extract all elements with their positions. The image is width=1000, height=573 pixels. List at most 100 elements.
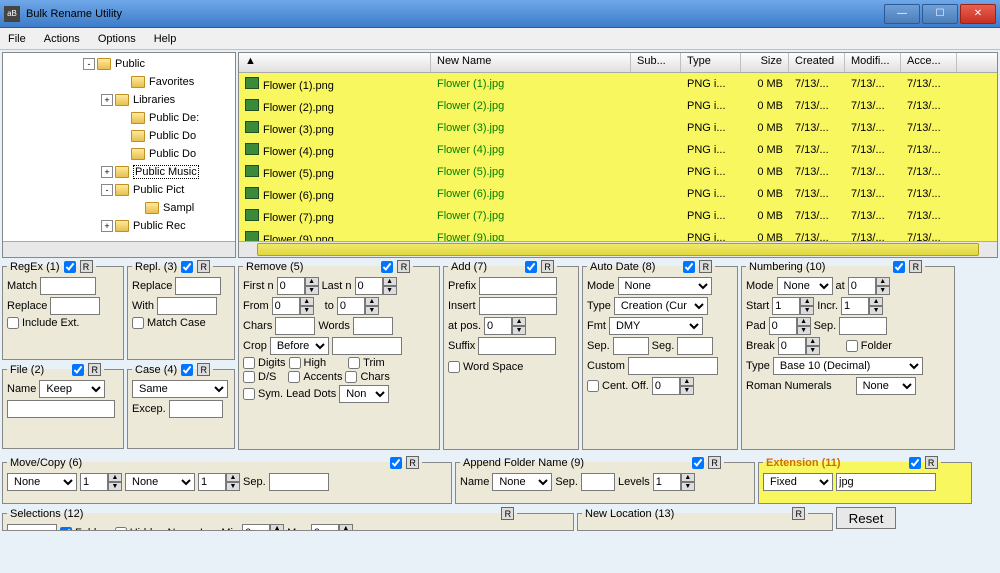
file-name-select[interactable]: Keep [39,380,105,398]
appendfolder-enable-checkbox[interactable] [692,457,704,469]
movecopy-reset-button[interactable]: R [406,456,419,469]
appendfolder-levels-input[interactable] [653,473,681,491]
tree-item[interactable]: Sampl [3,199,235,217]
remove-crop-input[interactable] [332,337,402,355]
case-excep-input[interactable] [169,400,223,418]
extension-value-input[interactable] [836,473,936,491]
autodate-cent-checkbox[interactable] [587,380,599,392]
extension-mode-select[interactable]: Fixed [763,473,833,491]
file-row[interactable]: Flower (5).pngFlower (5).jpgPNG i...0 MB… [239,161,997,183]
autodate-type-select[interactable]: Creation (Cur [614,297,708,315]
file-list-header[interactable]: ▲ New Name Sub... Type Size Created Modi… [239,53,997,73]
file-row[interactable]: Flower (7).pngFlower (7).jpgPNG i...0 MB… [239,205,997,227]
movecopy-sep-input[interactable] [269,473,329,491]
extension-enable-checkbox[interactable] [909,457,921,469]
col-newname[interactable]: New Name [431,53,631,72]
autodate-mode-select[interactable]: None [618,277,712,295]
numbering-enable-checkbox[interactable] [893,261,905,273]
numbering-mode-select[interactable]: None [777,277,833,295]
appendfolder-sep-input[interactable] [581,473,615,491]
tree-item[interactable]: +Public Music [3,163,235,181]
autodate-seg-input[interactable] [677,337,713,355]
menu-options[interactable]: Options [98,33,136,45]
regex-enable-checkbox[interactable] [64,261,76,273]
selections-filter-input[interactable] [7,524,57,531]
newlocation-reset-button[interactable]: R [792,507,805,520]
tree-item[interactable]: -Public [3,55,235,73]
remove-sym-checkbox[interactable] [243,388,255,400]
tree-expand-icon[interactable]: - [101,184,113,196]
col-size[interactable]: Size [741,53,789,72]
replace-with-input[interactable] [157,297,217,315]
selections-folders-checkbox[interactable] [60,527,72,531]
replace-find-input[interactable] [175,277,221,295]
file-row[interactable]: Flower (6).pngFlower (6).jpgPNG i...0 MB… [239,183,997,205]
regex-replace-input[interactable] [50,297,100,315]
autodate-reset-button[interactable]: R [699,260,712,273]
tree-item[interactable]: +Public Rec [3,217,235,235]
tree-expand-icon[interactable]: + [101,94,113,106]
movecopy-n2[interactable] [198,473,226,491]
remove-firstn-input[interactable] [277,277,305,295]
col-created[interactable]: Created [789,53,845,72]
folder-tree[interactable]: -PublicFavorites+LibrariesPublic De:Publ… [2,52,236,258]
spin-up[interactable]: ▲ [305,277,319,286]
file-list[interactable]: ▲ New Name Sub... Type Size Created Modi… [238,52,998,258]
remove-leaddots-select[interactable]: Non [339,385,389,403]
numbering-pad-input[interactable] [769,317,797,335]
menu-help[interactable]: Help [154,33,177,45]
extension-reset-button[interactable]: R [925,456,938,469]
tree-item[interactable]: Favorites [3,73,235,91]
numbering-sep-input[interactable] [839,317,887,335]
file-enable-checkbox[interactable] [72,364,84,376]
regex-includeext-checkbox[interactable] [7,317,19,329]
remove-words-input[interactable] [353,317,393,335]
appendfolder-reset-button[interactable]: R [708,456,721,469]
tree-item[interactable]: Public De: [3,109,235,127]
movecopy-select1[interactable]: None [7,473,77,491]
autodate-enable-checkbox[interactable] [683,261,695,273]
file-list-scrollbar[interactable] [239,241,997,257]
tree-expand-icon[interactable]: + [101,166,113,178]
regex-reset-button[interactable]: R [80,260,93,273]
movecopy-n1[interactable] [80,473,108,491]
numbering-folder-checkbox[interactable] [846,340,858,352]
remove-chars-checkbox[interactable] [345,371,357,383]
tree-item[interactable]: +Libraries [3,91,235,109]
autodate-custom-input[interactable] [628,357,718,375]
selections-reset-button[interactable]: R [501,507,514,520]
numbering-type-select[interactable]: Base 10 (Decimal) [773,357,923,375]
remove-to-input[interactable] [337,297,365,315]
add-prefix-input[interactable] [479,277,557,295]
spin-down[interactable]: ▼ [305,286,319,295]
case-select[interactable]: Same [132,380,228,398]
tree-expand-icon[interactable]: + [101,220,113,232]
autodate-fmt-select[interactable]: DMY [609,317,703,335]
remove-lastn-input[interactable] [355,277,383,295]
menu-file[interactable]: File [8,33,26,45]
numbering-reset-button[interactable]: R [909,260,922,273]
remove-chars-input[interactable] [275,317,315,335]
file-row[interactable]: Flower (3).pngFlower (3).jpgPNG i...0 MB… [239,117,997,139]
col-accessed[interactable]: Acce... [901,53,957,72]
replace-matchcase-checkbox[interactable] [132,317,144,329]
replace-reset-button[interactable]: R [197,260,210,273]
replace-enable-checkbox[interactable] [181,261,193,273]
file-reset-button[interactable]: R [88,363,101,376]
selections-max-input[interactable] [311,524,339,531]
col-modified[interactable]: Modifi... [845,53,901,72]
add-enable-checkbox[interactable] [525,261,537,273]
selections-hidden-checkbox[interactable] [115,527,127,531]
add-insert-input[interactable] [479,297,557,315]
close-button[interactable]: ✕ [960,4,996,24]
remove-ds-checkbox[interactable] [243,371,255,383]
col-type[interactable]: Type [681,53,741,72]
tree-scrollbar[interactable] [3,241,235,257]
numbering-start-input[interactable] [772,297,800,315]
remove-accents-checkbox[interactable] [288,371,300,383]
file-row[interactable]: Flower (2).pngFlower (2).jpgPNG i...0 MB… [239,95,997,117]
reset-all-button[interactable]: Reset [836,507,896,529]
file-row[interactable]: Flower (1).pngFlower (1).jpgPNG i...0 MB… [239,73,997,95]
tree-expand-icon[interactable]: - [83,58,95,70]
appendfolder-name-select[interactable]: None [492,473,552,491]
